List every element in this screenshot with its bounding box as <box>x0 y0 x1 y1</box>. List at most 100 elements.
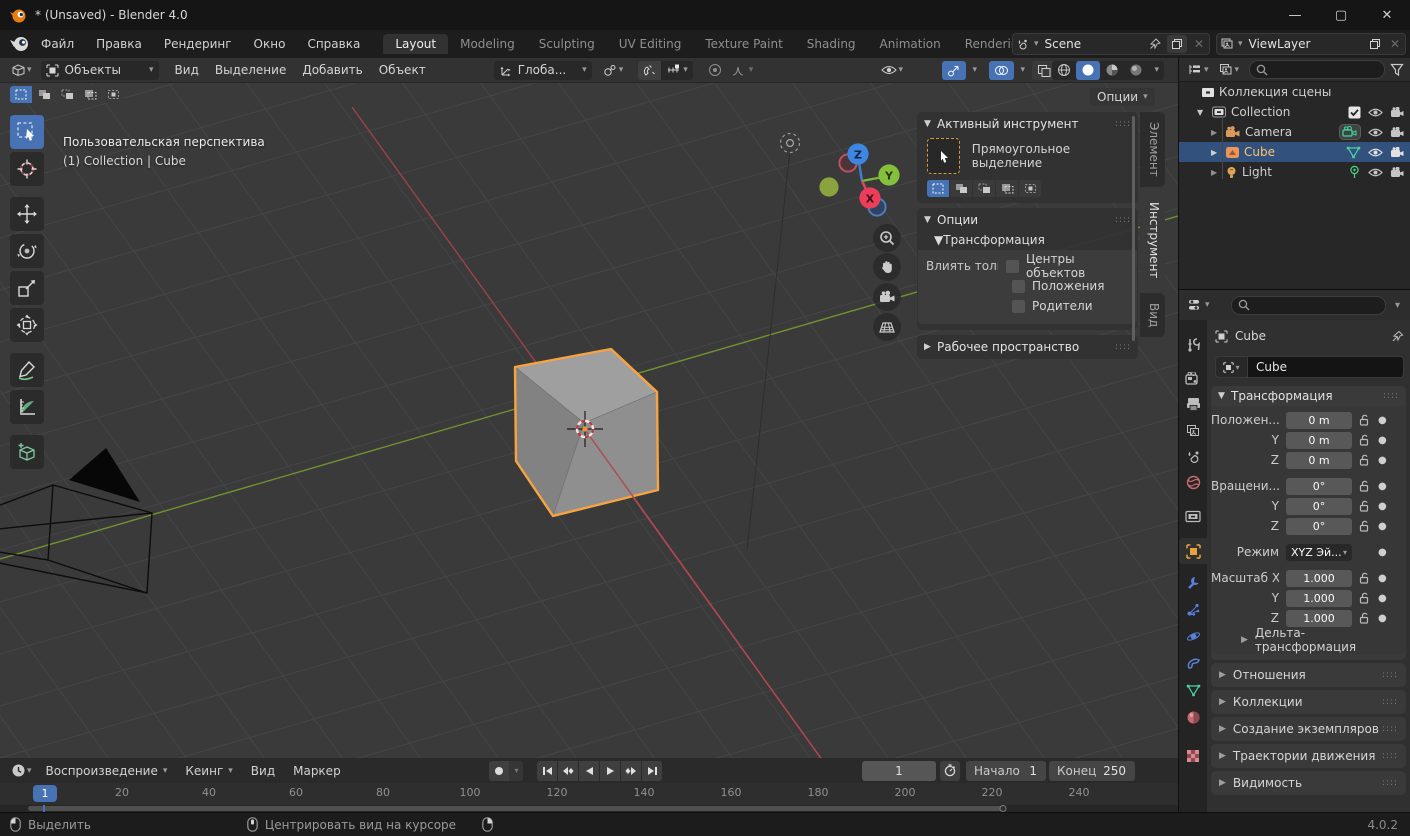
panel-grip-icon[interactable]: :::: <box>1382 670 1398 680</box>
n-panel-scrollbar[interactable] <box>1132 116 1135 341</box>
timeline-menu-marker[interactable]: Маркер <box>284 764 350 778</box>
location-y-field[interactable]: 0 m <box>1286 431 1352 449</box>
new-scene-button[interactable] <box>1167 35 1187 53</box>
animate-dot[interactable]: ● <box>1378 415 1387 426</box>
viewlayer-selector[interactable]: ▾ ViewLayer ✕ <box>1216 33 1406 55</box>
disable-render-camera-icon[interactable] <box>1390 126 1404 138</box>
outliner-search-input[interactable] <box>1249 60 1385 79</box>
workspace-tab-sculpting[interactable]: Sculpting <box>527 34 607 54</box>
locations-checkbox[interactable] <box>1012 279 1025 293</box>
object-name-input[interactable]: Cube <box>1247 356 1404 378</box>
animate-dot[interactable]: ● <box>1378 613 1387 624</box>
panel-grip-icon[interactable]: :::: <box>1115 215 1131 225</box>
tab-physics-properties[interactable] <box>1179 624 1207 648</box>
frame-end-field[interactable]: Конец 250 <box>1049 760 1135 781</box>
viewport-menu-select[interactable]: Выделение <box>207 63 294 77</box>
tab-texture-properties[interactable] <box>1179 744 1207 768</box>
maximize-button[interactable]: ▢ <box>1318 0 1364 30</box>
play-reverse-button[interactable] <box>579 760 599 781</box>
scale-z-field[interactable]: 1.000 <box>1286 609 1352 627</box>
tab-viewlayer-properties[interactable] <box>1179 418 1207 442</box>
tool-rotate[interactable] <box>10 234 44 268</box>
pivot-point-dropdown[interactable]: ▾ <box>598 61 629 80</box>
cube-row-selected[interactable]: ▶ Cube <box>1179 142 1410 162</box>
panel-grip-icon[interactable]: :::: <box>1115 119 1131 129</box>
tab-data-properties[interactable] <box>1179 678 1207 702</box>
overlays-dropdown[interactable]: ▾ <box>1014 61 1030 80</box>
lock-icon[interactable] <box>1359 480 1370 492</box>
tab-collection-properties[interactable] <box>1179 504 1207 528</box>
panel-grip-icon[interactable]: :::: <box>1383 391 1399 401</box>
animate-dot[interactable]: ● <box>1378 521 1387 532</box>
lock-icon[interactable] <box>1359 572 1370 584</box>
use-preview-range-button[interactable] <box>940 760 960 781</box>
animate-dot[interactable]: ● <box>1378 573 1387 584</box>
show-gizmos-toggle[interactable] <box>942 60 967 80</box>
prev-keyframe-button[interactable] <box>558 760 578 781</box>
tool-mode-intersect[interactable] <box>1019 180 1041 197</box>
shading-rendered-button[interactable] <box>1124 61 1148 80</box>
exclude-checkbox-icon[interactable] <box>1348 106 1361 119</box>
jump-to-end-button[interactable] <box>642 760 662 781</box>
camera-view-button[interactable] <box>873 283 901 311</box>
axis-minus-y-ball[interactable] <box>819 177 839 197</box>
select-mode-intersect[interactable] <box>102 86 124 103</box>
shading-wireframe-button[interactable] <box>1052 61 1076 80</box>
location-z-field[interactable]: 0 m <box>1286 451 1352 469</box>
next-keyframe-button[interactable] <box>621 760 641 781</box>
unlink-scene-button[interactable]: ✕ <box>1189 35 1209 53</box>
tool-scale[interactable] <box>10 271 44 305</box>
tab-view[interactable]: Вид <box>1140 293 1165 338</box>
panel-grip-icon[interactable]: :::: <box>1382 778 1398 788</box>
rotation-z-field[interactable]: 0° <box>1286 517 1352 535</box>
tool-transform[interactable] <box>10 308 44 342</box>
timeline-editor-type-button[interactable]: ▾ <box>6 761 37 780</box>
tool-add-cube[interactable] <box>10 435 44 469</box>
transform-subpanel-header[interactable]: ▼ Трансформация <box>917 230 1138 250</box>
select-mode-set[interactable] <box>10 86 32 103</box>
properties-editor-type-button[interactable]: ▾ <box>1183 296 1215 315</box>
instancing-panel[interactable]: ▶ Создание экземпляров:::: <box>1211 717 1406 741</box>
zoom-button[interactable] <box>873 224 901 252</box>
panel-grip-icon[interactable]: :::: <box>1382 751 1398 761</box>
animate-dot[interactable]: ● <box>1378 501 1387 512</box>
tool-move[interactable] <box>10 197 44 231</box>
animate-dot[interactable]: ● <box>1378 455 1387 466</box>
camera-row[interactable]: ▶ Camera <box>1179 122 1410 142</box>
menu-render[interactable]: Рендеринг <box>153 30 243 58</box>
hide-eye-icon[interactable] <box>1368 147 1383 158</box>
select-mode-subtract[interactable] <box>56 86 78 103</box>
new-viewlayer-button[interactable] <box>1365 35 1385 53</box>
scale-x-field[interactable]: 1.000 <box>1286 569 1352 587</box>
auto-key-button[interactable] <box>489 760 509 781</box>
object-visibility-dropdown[interactable]: ▾ <box>876 61 908 80</box>
workspace-tab-animation[interactable]: Animation <box>868 34 953 54</box>
timeline-menu-keying[interactable]: Кеинг ▾ <box>176 764 241 778</box>
outliner-filter-dropdown[interactable]: ▾ <box>1214 60 1245 79</box>
viewport-menu-object[interactable]: Объект <box>371 63 434 77</box>
tab-world-properties[interactable] <box>1179 470 1207 494</box>
select-mode-extend[interactable] <box>33 86 55 103</box>
scrollbar-handle-icon[interactable] <box>998 805 1010 812</box>
tool-measure[interactable] <box>10 390 44 424</box>
jump-to-start-button[interactable] <box>537 760 557 781</box>
rotation-mode-dropdown[interactable]: XYZ Эй... ▾ <box>1286 543 1352 561</box>
disable-render-camera-icon[interactable] <box>1390 106 1404 118</box>
shading-dropdown[interactable]: ▾ <box>1148 61 1164 80</box>
workspace-tab-texture-paint[interactable]: Texture Paint <box>693 34 794 54</box>
outliner-display-mode-dropdown[interactable]: ▾ <box>1183 60 1214 79</box>
tool-select-box[interactable] <box>10 115 44 149</box>
options-header[interactable]: ▼ Опции :::: <box>917 210 1138 230</box>
parents-checkbox[interactable] <box>1012 299 1025 313</box>
tool-mode-set[interactable] <box>927 180 949 197</box>
snap-target-dropdown[interactable]: ▾ <box>661 61 693 80</box>
pin-icon[interactable] <box>1145 35 1165 53</box>
menu-edit[interactable]: Правка <box>85 30 153 58</box>
light-object[interactable] <box>779 132 801 154</box>
hide-eye-icon[interactable] <box>1368 167 1383 178</box>
minimize-button[interactable]: — <box>1272 0 1318 30</box>
scene-collection-row[interactable]: Коллекция сцены <box>1179 82 1410 102</box>
tab-tool-properties[interactable] <box>1179 332 1207 356</box>
scale-y-field[interactable]: 1.000 <box>1286 589 1352 607</box>
current-frame-indicator[interactable]: 1 <box>33 785 57 802</box>
